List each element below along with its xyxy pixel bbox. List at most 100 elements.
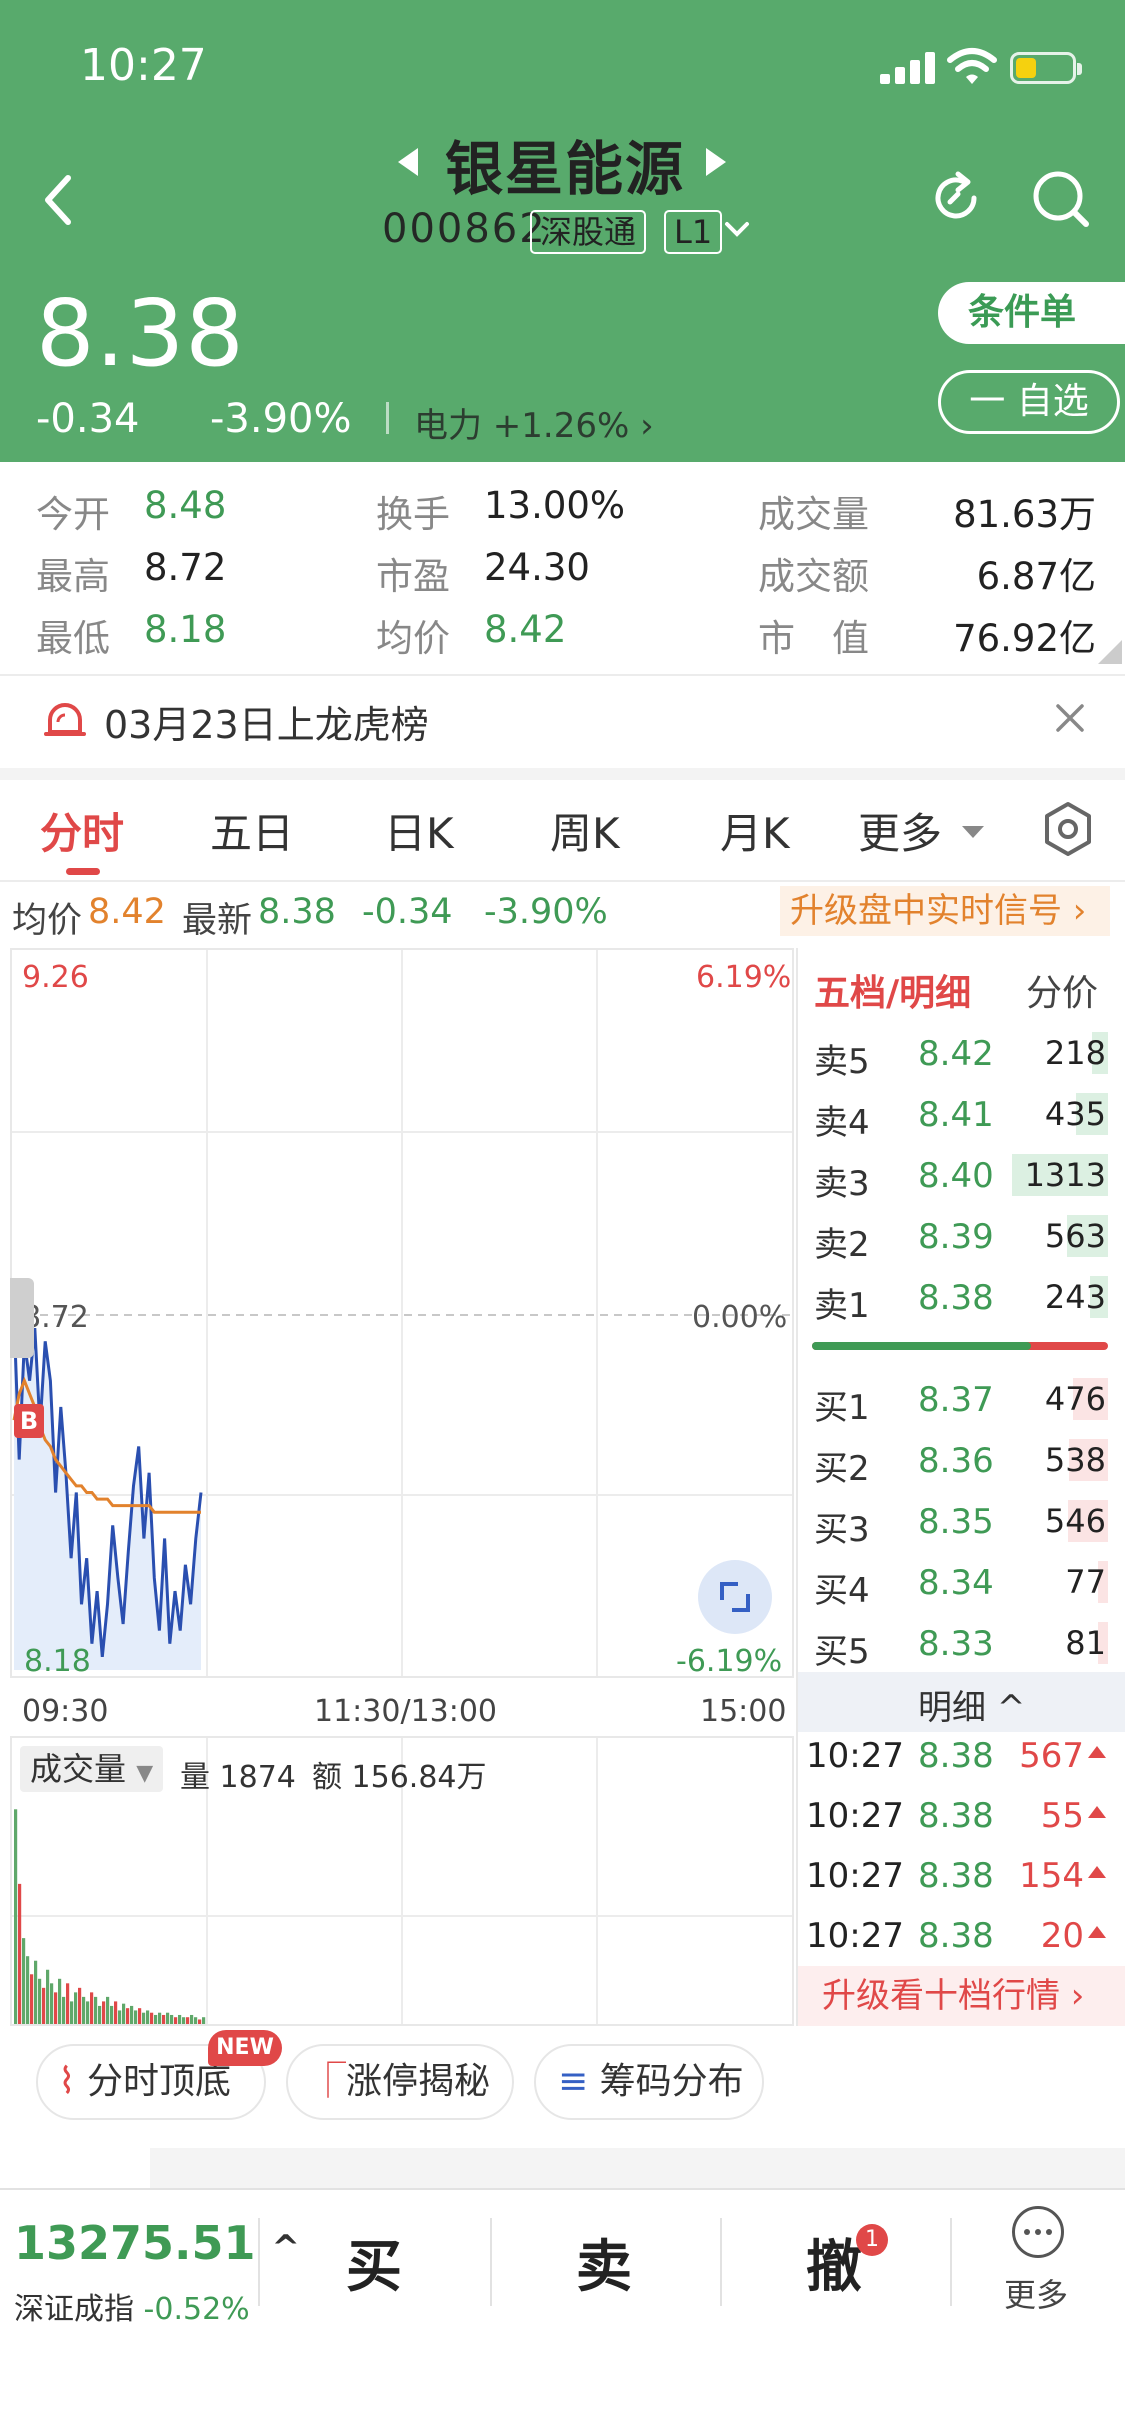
price-change: -0.34 <box>36 396 140 442</box>
stat-low-value: 8.18 <box>144 608 227 651</box>
divider <box>0 880 1125 882</box>
x-axis-start: 09:30 <box>22 1694 109 1729</box>
bids-level-price[interactable]: 8.34 <box>918 1563 994 1603</box>
fullscreen-button[interactable] <box>698 1560 772 1634</box>
info-avg-label: 均价 <box>12 901 83 941</box>
asks-level-price[interactable]: 8.42 <box>918 1034 994 1074</box>
asks-level-label[interactable]: 卖4 <box>814 1095 870 1144</box>
volume-bar <box>30 1974 34 2024</box>
expand-corner-icon[interactable] <box>1098 640 1122 664</box>
asks-level-label[interactable]: 卖2 <box>814 1217 870 1266</box>
ratio-bar-buy <box>812 1342 1031 1350</box>
bids-level-label[interactable]: 买1 <box>814 1380 870 1429</box>
asks-level-label[interactable]: 卖3 <box>814 1156 870 1205</box>
stat-volume-label: 成交量 <box>758 493 869 536</box>
trend-icon: ⌇ <box>58 2061 76 2102</box>
sell-button[interactable]: 卖 <box>544 2222 664 2303</box>
volume-bar <box>178 2014 182 2024</box>
stock-code: 000862 <box>382 206 547 252</box>
bids-level-price[interactable]: 8.33 <box>918 1624 994 1664</box>
upgrade-level10-link[interactable]: 升级看十档行情 › <box>798 1966 1125 2026</box>
up-arrow-icon <box>1088 1806 1106 1818</box>
asks-level-price[interactable]: 8.39 <box>918 1217 994 1257</box>
bids-level-label[interactable]: 买2 <box>814 1441 870 1490</box>
volume-bar <box>34 1960 38 2024</box>
asks-level-label[interactable]: 卖1 <box>814 1278 870 1327</box>
volume-bar <box>38 1978 42 2024</box>
chevron-down-icon[interactable] <box>722 214 752 244</box>
sector-link[interactable]: 电力 +1.26% › <box>414 398 654 447</box>
dropdown-arrow-icon[interactable] <box>962 826 984 838</box>
more-icon[interactable] <box>1012 2206 1064 2258</box>
price-chart-svg <box>12 950 792 1676</box>
prev-stock-arrow-icon[interactable] <box>398 148 418 176</box>
stat-mcap-label: 市 值 <box>758 617 869 660</box>
volume-bar <box>130 2005 134 2024</box>
conditional-order-button[interactable]: 条件单 <box>938 282 1125 344</box>
connect-tag: 深股通 <box>530 210 647 254</box>
stat-avg-label: 均价 <box>376 617 450 660</box>
tick-volume: 55 <box>1040 1796 1084 1836</box>
stat-high-value: 8.72 <box>144 546 227 589</box>
level-tag[interactable]: L1 <box>664 210 723 254</box>
asks-level-price[interactable]: 8.41 <box>918 1095 994 1135</box>
limit-up-icon: ⎾ <box>310 2061 347 2102</box>
up-arrow-icon <box>1088 1746 1106 1758</box>
stat-mcap-value: 76.92亿 <box>953 617 1096 660</box>
tick-price: 8.38 <box>918 1916 994 1956</box>
tab-five-day[interactable]: 五日 <box>210 800 294 861</box>
volume-bar <box>42 1987 46 2024</box>
feature-limit-up-button[interactable]: ⎾涨停揭秘 <box>286 2044 514 2120</box>
chevron-up-icon: ^ <box>996 1688 1026 1728</box>
volume-bar <box>194 2017 198 2024</box>
back-arrow-icon[interactable] <box>38 170 78 230</box>
tab-daily-k[interactable]: 日K <box>384 800 454 861</box>
stat-low-label: 最低 <box>36 617 110 660</box>
more-label[interactable]: 更多 <box>1004 2270 1068 2316</box>
index-name[interactable]: 深证成指 -0.52% <box>14 2284 250 2328</box>
bids-level-label[interactable]: 买5 <box>814 1624 870 1673</box>
tab-more[interactable]: 更多 <box>858 800 942 861</box>
bids-level-price[interactable]: 8.37 <box>918 1380 994 1420</box>
buy-button[interactable]: 买 <box>314 2222 434 2303</box>
info-change: -0.34 <box>362 892 453 932</box>
asks-level-volume: 435 <box>1044 1095 1106 1133</box>
settings-hex-icon[interactable] <box>1042 800 1094 858</box>
tab-intraday[interactable]: 分时 <box>40 800 124 861</box>
close-icon[interactable] <box>1052 700 1088 736</box>
asks-level-price[interactable]: 8.38 <box>918 1278 994 1318</box>
orderbook-price-tab[interactable]: 分价 <box>1026 964 1098 1016</box>
bids-level-price[interactable]: 8.35 <box>918 1502 994 1542</box>
intraday-chart[interactable]: 9.26 8.72 8.18 6.19% 0.00% -6.19% B <box>10 948 794 1679</box>
bids-level-price[interactable]: 8.36 <box>918 1441 994 1481</box>
info-latest-value: 8.38 <box>258 892 336 932</box>
orderbook-title[interactable]: 五档/明细 <box>814 964 971 1016</box>
refresh-icon[interactable] <box>924 166 988 230</box>
feature-chip-distribution-button[interactable]: ≡ 筹码分布 <box>534 2044 764 2120</box>
tick-price: 8.38 <box>918 1736 994 1776</box>
tab-weekly-k[interactable]: 周K <box>550 800 620 861</box>
info-avg-value: 8.42 <box>88 892 166 932</box>
fullscreen-icon <box>720 1582 750 1612</box>
volume-bar <box>70 2001 74 2024</box>
upgrade-signal-link[interactable]: 升级盘中实时信号 › <box>780 886 1110 936</box>
volume-indicator-select[interactable]: 成交量 ▼ <box>20 1746 164 1792</box>
bids-level-label[interactable]: 买3 <box>814 1502 870 1551</box>
header-separator <box>386 402 389 434</box>
bottom-separator <box>720 2218 722 2306</box>
bids-level-label[interactable]: 买4 <box>814 1563 870 1612</box>
next-stock-arrow-icon[interactable] <box>706 148 726 176</box>
stat-high-label: 最高 <box>36 555 110 598</box>
asks-level-price[interactable]: 8.40 <box>918 1156 994 1196</box>
search-icon[interactable] <box>1028 166 1092 230</box>
add-watchlist-button[interactable]: 一 自选 <box>938 370 1120 434</box>
notice-text: 03月23日上龙虎榜 <box>104 703 429 747</box>
asks-level-label[interactable]: 卖5 <box>814 1034 870 1083</box>
detail-header[interactable]: 明细 ^ <box>798 1672 1125 1732</box>
new-badge: NEW <box>208 2030 282 2066</box>
volume-bar <box>106 1996 110 2024</box>
tab-monthly-k[interactable]: 月K <box>720 800 790 861</box>
tick-volume: 20 <box>1040 1916 1084 1956</box>
buy-marker[interactable]: B <box>14 1404 44 1438</box>
side-drawer-handle[interactable] <box>10 1278 34 1358</box>
